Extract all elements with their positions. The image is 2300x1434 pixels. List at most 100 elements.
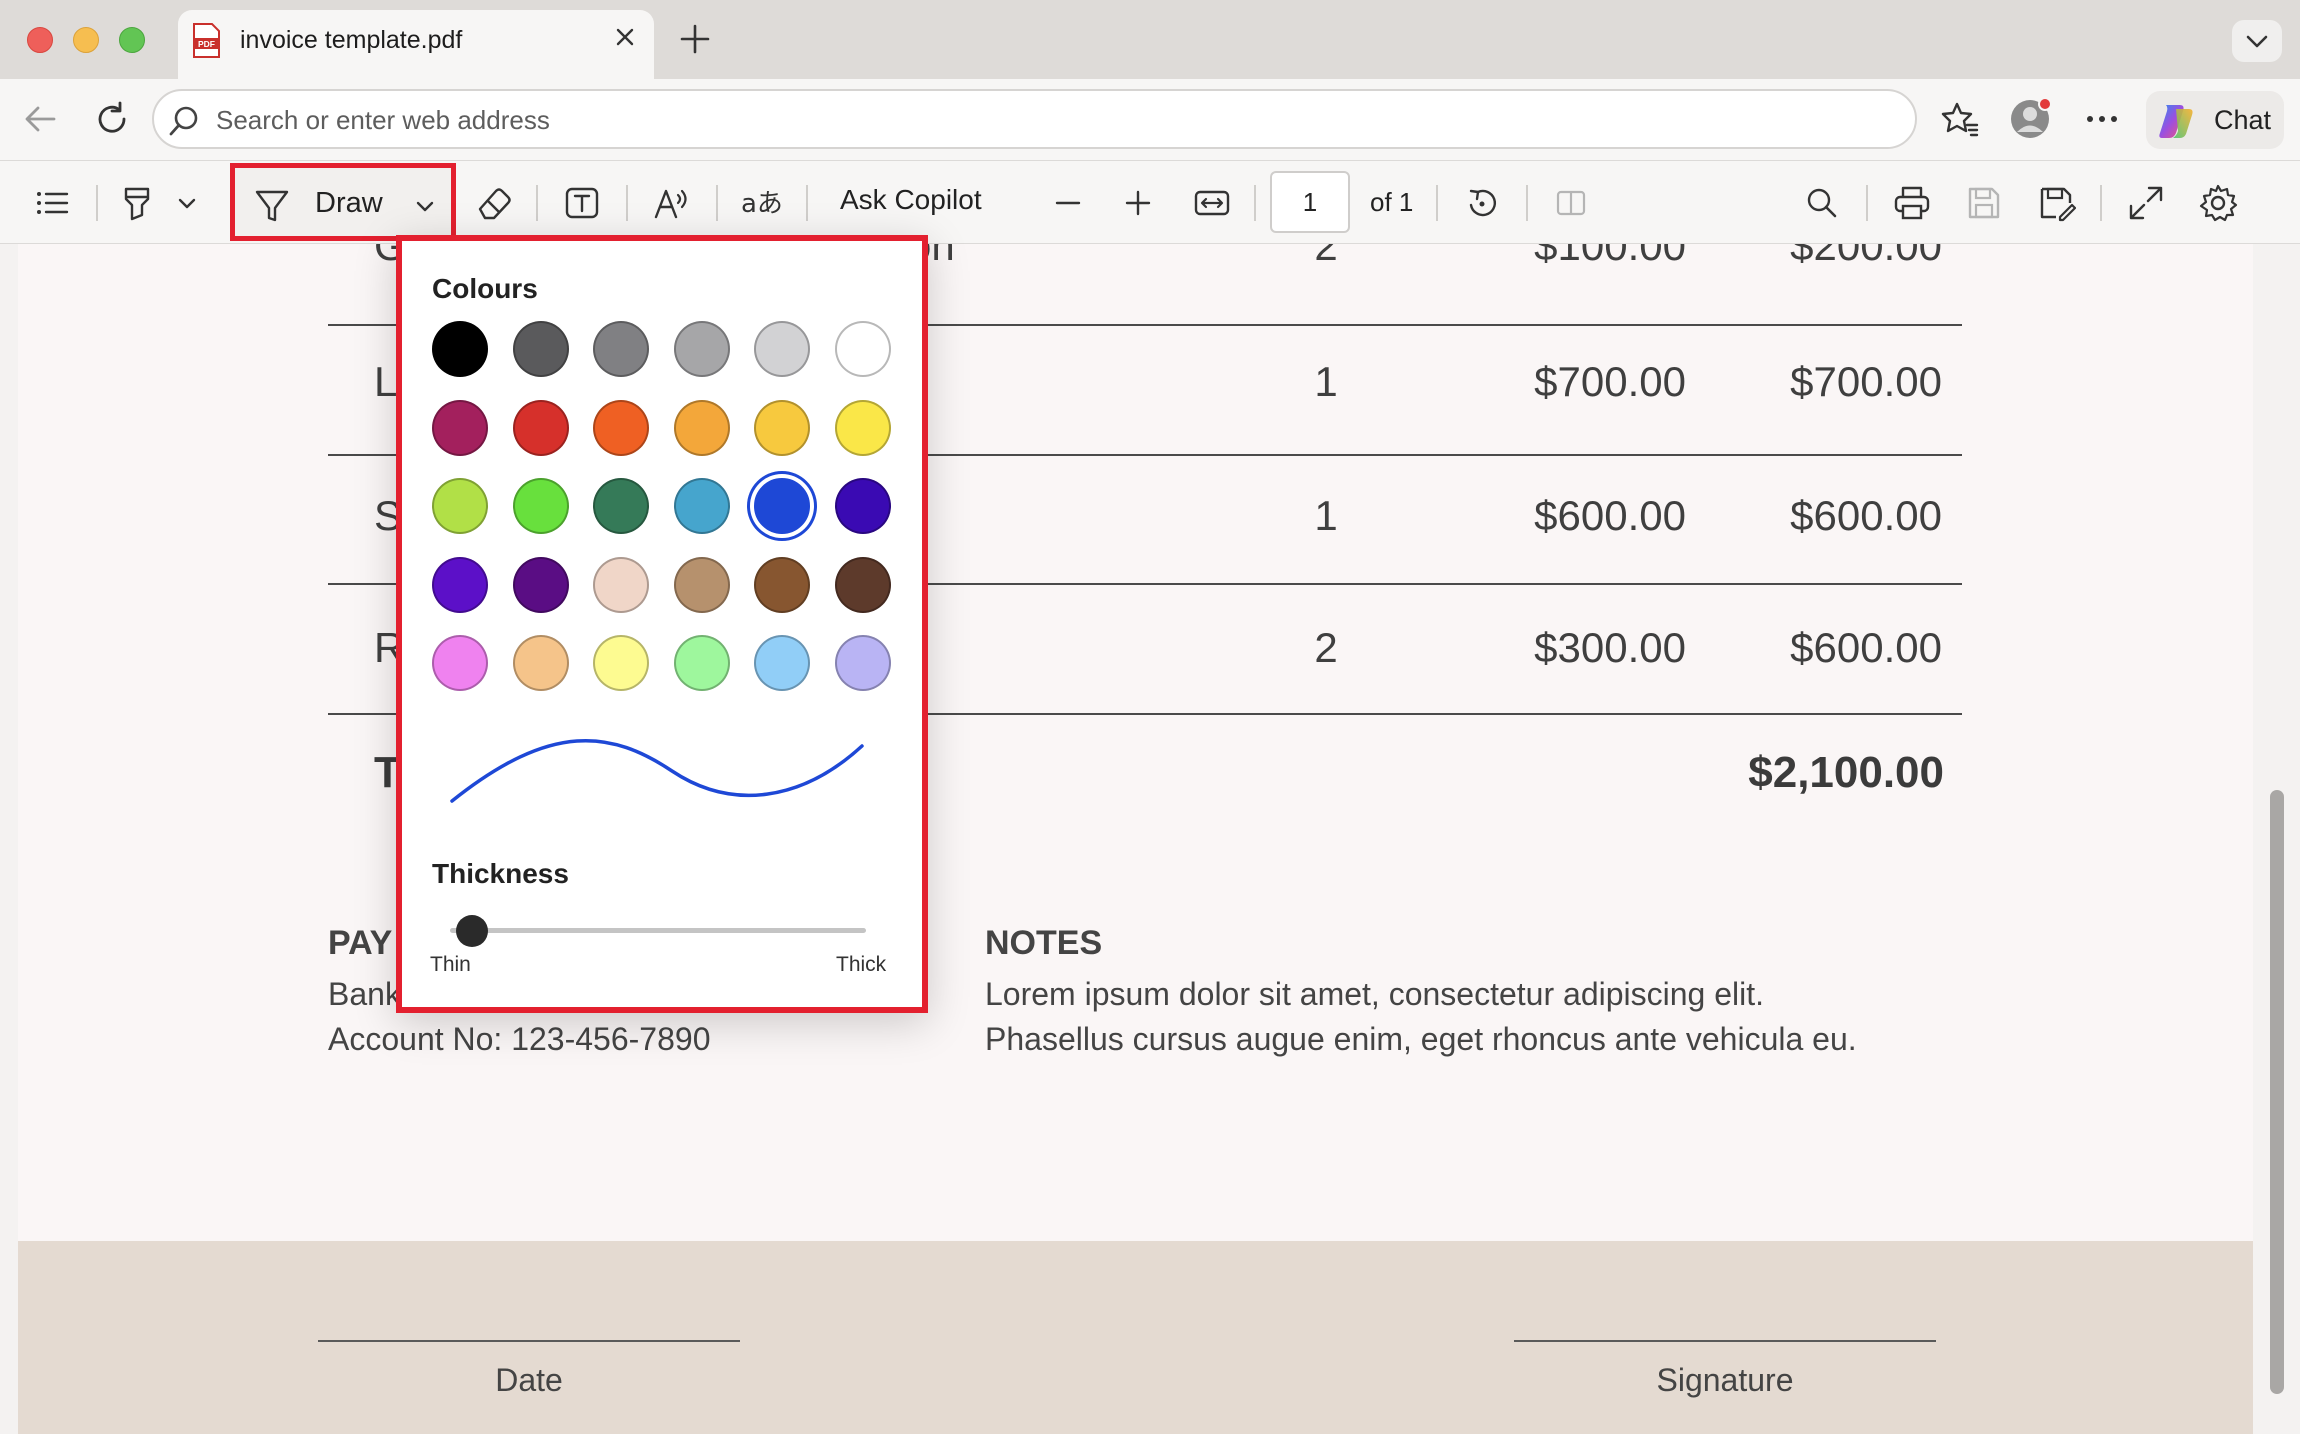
colour-swatch[interactable]: [835, 478, 891, 534]
text-box-icon[interactable]: [562, 183, 602, 223]
window-maximize-button[interactable]: [119, 27, 145, 53]
avatar-icon: [2011, 97, 2052, 138]
colour-swatch[interactable]: [673, 556, 730, 613]
chevron-down-icon: [2246, 35, 2268, 48]
save-icon[interactable]: [1964, 183, 2004, 223]
address-input[interactable]: [216, 99, 1876, 141]
colour-swatch[interactable]: [512, 478, 569, 534]
window-close-button[interactable]: [27, 27, 53, 53]
zoom-out-icon[interactable]: [1048, 183, 1088, 223]
toolbar-separator: [626, 185, 628, 221]
toolbar-separator: [1866, 185, 1868, 221]
address-bar[interactable]: [152, 89, 1917, 149]
avatar[interactable]: [2008, 95, 2054, 141]
colour-swatch[interactable]: [432, 635, 488, 691]
colour-swatch[interactable]: [512, 556, 569, 613]
payment-heading: PAY: [328, 924, 393, 962]
toolbar-separator: [1526, 185, 1528, 221]
thickness-slider-thumb[interactable]: [456, 915, 489, 947]
fit-width-icon[interactable]: [1192, 183, 1232, 223]
pdf-viewer[interactable]: G on 2 $100.00 $200.00 L 1 $700.00 $700.…: [0, 244, 2300, 1434]
window-minimize-button[interactable]: [73, 27, 99, 53]
colour-swatch[interactable]: [593, 478, 650, 534]
colour-swatch[interactable]: [593, 635, 650, 691]
toolbar-separator: [716, 185, 718, 221]
colour-swatch[interactable]: [432, 321, 488, 377]
colour-swatch[interactable]: [835, 321, 891, 377]
save-as-icon[interactable]: [2036, 183, 2076, 223]
gear-icon[interactable]: [2198, 183, 2238, 223]
toolbar-separator: [1254, 185, 1256, 221]
colour-swatch[interactable]: [673, 478, 730, 534]
copilot-chat-button[interactable]: Chat: [2146, 91, 2284, 149]
colour-swatch[interactable]: [432, 399, 488, 456]
thin-label: Thin: [430, 953, 471, 976]
arrow-left-icon[interactable]: [20, 99, 60, 139]
svg-text:aあ: aあ: [741, 189, 783, 219]
copilot-icon: [2159, 105, 2193, 138]
colour-swatch[interactable]: [754, 321, 811, 377]
pen-icon: [255, 190, 289, 222]
contents-list-icon[interactable]: [32, 183, 72, 223]
payment-account: Account No: 123-456-7890: [328, 1021, 711, 1057]
row-amount: $600.00: [1790, 492, 1942, 539]
colour-swatch[interactable]: [835, 399, 891, 456]
colour-swatch[interactable]: [432, 478, 488, 534]
fullscreen-icon[interactable]: [2126, 183, 2166, 223]
colour-swatch[interactable]: [432, 556, 488, 613]
reload-icon[interactable]: [92, 99, 132, 139]
colour-swatch[interactable]: [673, 321, 730, 377]
page-number-input[interactable]: [1270, 171, 1350, 233]
search-icon[interactable]: [1802, 183, 1842, 223]
rotate-icon[interactable]: [1462, 183, 1502, 223]
zoom-in-icon[interactable]: [1118, 183, 1158, 223]
notes-text: Lorem ipsum dolor sit amet, consectetur …: [985, 976, 1765, 1012]
draw-options-popup: Colours Thickness Thin Thick: [396, 235, 928, 1013]
colour-swatch[interactable]: [754, 635, 811, 691]
row-amount: $600.00: [1790, 624, 1942, 671]
tab-actions-menu-button[interactable]: [2232, 20, 2282, 62]
translate-icon[interactable]: aあ: [740, 183, 786, 223]
thickness-slider-track[interactable]: [450, 928, 866, 933]
colour-swatch[interactable]: [512, 635, 569, 691]
notes-text: Phasellus cursus augue enim, eget rhoncu…: [985, 1021, 1857, 1057]
toolbar-separator: [2100, 185, 2102, 221]
star-list-icon[interactable]: [1940, 99, 1980, 139]
tab-strip: PDF invoice template.pdf: [0, 0, 2300, 79]
page-view-icon[interactable]: [1552, 183, 1592, 223]
colour-swatch[interactable]: [835, 635, 891, 691]
row-unit-price: $300.00: [1534, 624, 1686, 671]
colour-swatch[interactable]: [754, 478, 811, 534]
chevron-down-icon[interactable]: [407, 188, 443, 224]
colour-swatch[interactable]: [512, 399, 569, 456]
ellipsis-icon[interactable]: [2082, 99, 2122, 139]
colour-swatch[interactable]: [673, 399, 730, 456]
scrollbar-thumb[interactable]: [2270, 790, 2284, 1394]
read-aloud-icon[interactable]: [652, 183, 692, 223]
stroke-preview: [450, 738, 864, 803]
colour-swatch[interactable]: [512, 321, 569, 377]
draw-button[interactable]: Draw: [230, 163, 456, 241]
eraser-icon[interactable]: [474, 183, 514, 223]
colour-swatch[interactable]: [835, 556, 891, 613]
total-value: $2,100.00: [1748, 748, 1944, 797]
ask-copilot-button[interactable]: Ask Copilot: [840, 184, 982, 216]
chevron-down-icon[interactable]: [172, 183, 202, 223]
row-amount: $700.00: [1790, 358, 1942, 405]
colour-swatch[interactable]: [754, 399, 811, 456]
colour-swatch[interactable]: [754, 556, 811, 613]
row-unit-price: $600.00: [1534, 492, 1686, 539]
close-icon[interactable]: [610, 22, 640, 52]
colour-swatch[interactable]: [673, 635, 730, 691]
pdf-file-icon: PDF: [193, 23, 220, 58]
signature-line: [1514, 1340, 1936, 1342]
toolbar-separator: [806, 185, 808, 221]
plus-icon[interactable]: [678, 22, 712, 56]
colour-swatch[interactable]: [593, 321, 650, 377]
colour-swatch[interactable]: [593, 399, 650, 456]
colour-swatch[interactable]: [593, 556, 650, 613]
print-icon[interactable]: [1892, 183, 1932, 223]
date-label: Date: [495, 1362, 563, 1398]
highlighter-icon[interactable]: [118, 183, 158, 223]
date-line: [318, 1340, 740, 1342]
